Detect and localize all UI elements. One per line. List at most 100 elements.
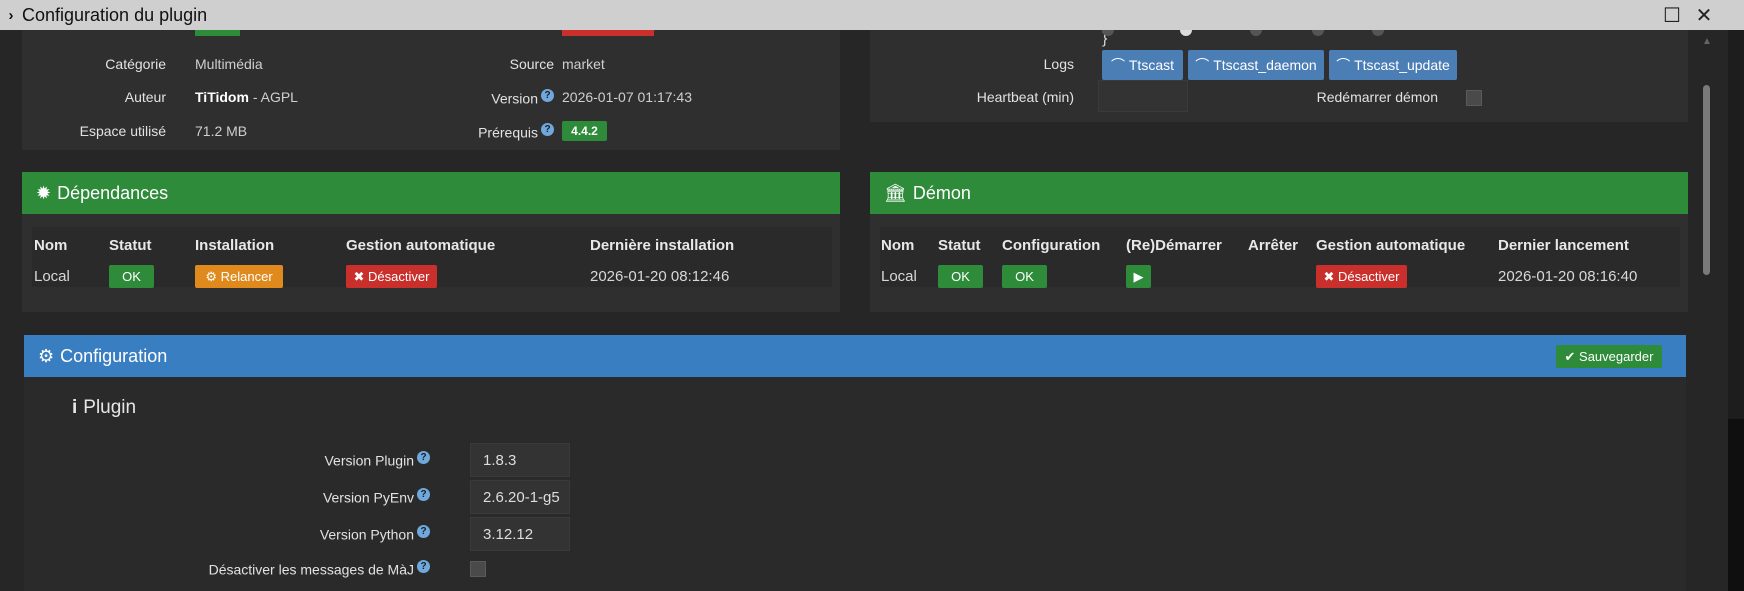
heartbeat-input[interactable] bbox=[1098, 80, 1188, 112]
heartbeat-label: Heartbeat (min) bbox=[976, 89, 1074, 105]
help-icon[interactable]: ? bbox=[417, 525, 430, 538]
chevron-right-icon[interactable]: › bbox=[0, 7, 22, 24]
dem-col-nom: Nom bbox=[881, 237, 915, 254]
version-plugin-input[interactable]: 1.8.3 bbox=[470, 443, 570, 477]
demon-title: Démon bbox=[912, 182, 971, 203]
dem-config-badge: OK bbox=[1002, 265, 1047, 288]
dependances-panel: ✹ Dépendances Nom Statut Installation Ge… bbox=[22, 172, 840, 312]
dep-col-derniere: Dernière installation bbox=[590, 237, 735, 254]
window-titlebar: › Configuration du plugin ☐ ✕ bbox=[0, 0, 1744, 30]
source-value: market bbox=[562, 56, 605, 72]
espace-label: Espace utilisé bbox=[79, 123, 166, 139]
dem-col-redemarrer: (Re)Démarrer bbox=[1126, 237, 1222, 254]
version-plugin-label: Version Plugin? bbox=[24, 451, 430, 469]
version-label: Version? bbox=[402, 89, 554, 107]
bicycle-icon: ⚙ bbox=[205, 268, 221, 284]
log-button-ttscast-update[interactable]: ⌒ Ttscast_update bbox=[1329, 50, 1457, 80]
radio-icon[interactable] bbox=[1312, 30, 1324, 36]
maximize-icon[interactable]: ☐ bbox=[1660, 3, 1684, 27]
disable-updates-label: Désactiver les messages de MàJ? bbox=[24, 560, 430, 578]
dem-desactiver-button[interactable]: ✖ Désactiver bbox=[1316, 265, 1407, 288]
dem-col-gestion: Gestion automatique bbox=[1316, 237, 1466, 254]
source-label: Source bbox=[509, 56, 554, 72]
window-title: Configuration du plugin bbox=[22, 4, 208, 25]
check-circle-icon: ✔ bbox=[1564, 348, 1580, 364]
version-pyenv-label-text: Version PyEnv bbox=[322, 489, 414, 506]
espace-value: 71.2 MB bbox=[195, 123, 248, 139]
scrollbar-thumb[interactable] bbox=[1703, 85, 1710, 275]
help-icon[interactable]: ? bbox=[541, 123, 554, 136]
dialog-content: Catégorie Multimédia Auteur TiTidom - AG… bbox=[0, 30, 1744, 591]
desactiver-label: Désactiver bbox=[368, 269, 430, 284]
version-python-label: Version Python? bbox=[24, 525, 430, 543]
radio-selected-icon[interactable] bbox=[1180, 30, 1192, 36]
radio-icon[interactable] bbox=[1372, 30, 1384, 36]
prerequis-label-text: Prérequis bbox=[478, 124, 538, 141]
status-bar-green bbox=[195, 30, 240, 36]
log-button-label: Ttscast_daemon bbox=[1213, 57, 1317, 73]
status-bar-red bbox=[562, 30, 654, 36]
categorie-label: Catégorie bbox=[105, 56, 166, 72]
right-edge-strip bbox=[1728, 30, 1744, 591]
scrollbar[interactable]: ▲ bbox=[1698, 30, 1714, 591]
auteur-license: - AGPL bbox=[248, 89, 298, 105]
restart-demon-label: Redémarrer démon bbox=[1316, 89, 1438, 105]
cog-icon: ✹ bbox=[36, 182, 52, 203]
save-button[interactable]: ✔ Sauvegarder bbox=[1556, 345, 1662, 368]
scroll-up-icon[interactable]: ▲ bbox=[1702, 36, 1712, 47]
play-icon: ▶ bbox=[1133, 268, 1144, 284]
version-value: 2026-01-07 01:17:43 bbox=[562, 89, 692, 105]
auteur-name: TiTidom bbox=[195, 89, 249, 105]
dep-col-nom: Nom bbox=[34, 237, 68, 254]
section-plugin-label: Plugin bbox=[83, 397, 137, 418]
x-icon: ✖ bbox=[353, 268, 369, 284]
right-edge-block bbox=[1728, 419, 1744, 591]
help-icon[interactable]: ? bbox=[417, 451, 430, 464]
dep-status-badge: OK bbox=[109, 265, 154, 288]
help-icon[interactable]: ? bbox=[541, 89, 554, 102]
dep-col-installation: Installation bbox=[195, 237, 275, 254]
radio-icon[interactable] bbox=[1102, 30, 1114, 36]
prerequis-badge: 4.4.2 bbox=[562, 121, 607, 141]
dependances-title: Dépendances bbox=[57, 182, 169, 203]
dep-derniere-value: 2026-01-20 08:12:46 bbox=[590, 268, 730, 285]
logs-label: Logs bbox=[1043, 56, 1074, 72]
relancer-label: Relancer bbox=[220, 269, 273, 284]
version-python-input[interactable]: 3.12.12 bbox=[470, 517, 570, 551]
cogs-icon: ⚙ bbox=[38, 345, 55, 366]
log-button-ttscast[interactable]: ⌒ Ttscast bbox=[1102, 50, 1183, 80]
dem-col-statut: Statut bbox=[938, 237, 981, 254]
dep-row-nom: Local bbox=[34, 268, 70, 285]
version-python-label-text: Version Python bbox=[319, 526, 414, 543]
x-icon: ✖ bbox=[1323, 268, 1339, 284]
version-plugin-label-text: Version Plugin bbox=[324, 452, 414, 469]
dep-desactiver-button[interactable]: ✖ Désactiver bbox=[346, 265, 437, 288]
configuration-panel: ⚙ Configuration ✔ Sauvegarder i Plugin Ve… bbox=[24, 335, 1686, 591]
plugin-info-panel: Catégorie Multimédia Auteur TiTidom - AG… bbox=[22, 30, 840, 150]
log-button-ttscast-daemon[interactable]: ⌒ Ttscast_daemon bbox=[1188, 50, 1324, 80]
paperclip-icon: ⌒ bbox=[1195, 57, 1214, 73]
close-icon[interactable]: ✕ bbox=[1692, 3, 1716, 27]
version-pyenv-input[interactable]: 2.6.20-1-g5 bbox=[470, 480, 570, 514]
restart-demon-checkbox[interactable] bbox=[1466, 90, 1482, 106]
dem-status-badge: OK bbox=[938, 265, 983, 288]
relancer-button[interactable]: ⚙ Relancer bbox=[195, 265, 283, 288]
desactiver-label: Désactiver bbox=[1338, 269, 1400, 284]
version-pyenv-label: Version PyEnv? bbox=[24, 488, 430, 506]
dependances-header: ✹ Dépendances bbox=[22, 172, 840, 214]
help-icon[interactable]: ? bbox=[417, 560, 430, 573]
play-button[interactable]: ▶ bbox=[1126, 265, 1151, 288]
categorie-value: Multimédia bbox=[195, 56, 263, 72]
disable-updates-checkbox[interactable] bbox=[470, 561, 486, 577]
dem-dernier-value: 2026-01-20 08:16:40 bbox=[1498, 268, 1638, 285]
radio-icon[interactable] bbox=[1250, 30, 1262, 36]
demon-header: 🏛 Démon bbox=[870, 172, 1688, 214]
plugin-logs-panel: } Logs ⌒ Ttscast ⌒ Ttscast_daemon ⌒ Ttsc… bbox=[870, 30, 1688, 122]
help-icon[interactable]: ? bbox=[417, 488, 430, 501]
paperclip-icon: ⌒ bbox=[1336, 57, 1355, 73]
info-icon: i bbox=[72, 397, 78, 418]
configuration-title: Configuration bbox=[60, 345, 168, 366]
section-plugin-title: i Plugin bbox=[72, 397, 136, 419]
log-button-label: Ttscast_update bbox=[1354, 57, 1450, 73]
dem-col-dernier: Dernier lancement bbox=[1498, 237, 1629, 254]
